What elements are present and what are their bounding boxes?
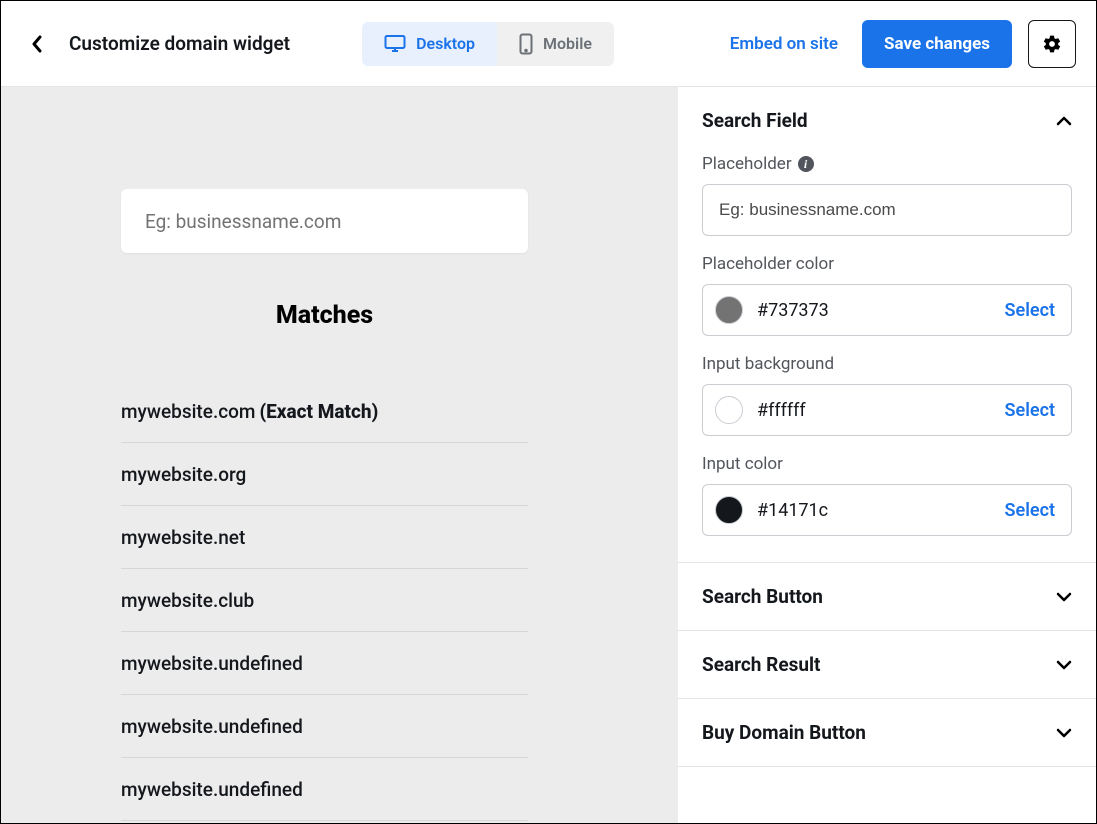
input-bg-row: #ffffff Select xyxy=(702,384,1072,436)
device-toggle: Desktop Mobile xyxy=(362,22,614,66)
placeholder-color-select[interactable]: Select xyxy=(1005,300,1055,321)
tab-desktop-label: Desktop xyxy=(416,34,475,53)
chevron-down-icon xyxy=(1056,660,1072,670)
input-bg-swatch xyxy=(715,396,743,424)
save-changes-button[interactable]: Save changes xyxy=(862,20,1012,68)
exact-match-tag: (Exact Match) xyxy=(259,400,378,423)
placeholder-input[interactable] xyxy=(702,184,1072,236)
placeholder-color-label: Placeholder color xyxy=(702,254,834,274)
result-row[interactable]: mywebsite.net xyxy=(121,506,528,569)
placeholder-group: Placeholder i xyxy=(702,154,1072,236)
section-search-button-header[interactable]: Search Button xyxy=(678,563,1096,630)
result-row[interactable]: mywebsite.undefined xyxy=(121,695,528,758)
section-buy-domain-header[interactable]: Buy Domain Button xyxy=(678,699,1096,766)
embed-on-site-link[interactable]: Embed on site xyxy=(730,34,838,54)
result-row[interactable]: mywebsite.undefined xyxy=(121,758,528,821)
section-search-result-header[interactable]: Search Result xyxy=(678,631,1096,698)
result-row[interactable]: mywebsite.club xyxy=(121,569,528,632)
input-color-select[interactable]: Select xyxy=(1005,500,1055,521)
result-domain: mywebsite.org xyxy=(121,463,246,486)
settings-button[interactable] xyxy=(1028,20,1076,68)
section-search-field: Search Field Placeholder i Placeholder c… xyxy=(678,87,1096,563)
input-bg-value: #ffffff xyxy=(757,400,991,421)
tab-mobile-label: Mobile xyxy=(543,34,592,53)
preview-search-input[interactable]: Eg: businessname.com xyxy=(121,189,528,253)
placeholder-color-row: #737373 Select xyxy=(702,284,1072,336)
result-row[interactable]: mywebsite.org xyxy=(121,443,528,506)
chevron-up-icon xyxy=(1056,116,1072,126)
page-title: Customize domain widget xyxy=(69,32,290,55)
result-domain: mywebsite.undefined xyxy=(121,715,303,738)
input-color-value: #14171c xyxy=(757,500,991,521)
results-list: mywebsite.com (Exact Match) mywebsite.org… xyxy=(121,380,528,821)
section-buy-domain-title: Buy Domain Button xyxy=(702,721,866,744)
chevron-down-icon xyxy=(1056,728,1072,738)
result-domain: mywebsite.undefined xyxy=(121,652,303,675)
section-search-field-header[interactable]: Search Field xyxy=(678,87,1096,154)
section-search-button: Search Button xyxy=(678,563,1096,631)
chevron-left-icon xyxy=(31,35,43,53)
result-domain: mywebsite.com xyxy=(121,400,255,423)
input-bg-group: Input background #ffffff Select xyxy=(702,354,1072,436)
section-buy-domain: Buy Domain Button xyxy=(678,699,1096,767)
placeholder-color-value: #737373 xyxy=(757,300,991,321)
result-domain: mywebsite.undefined xyxy=(121,778,303,801)
preview-placeholder-text: Eg: businessname.com xyxy=(145,210,341,233)
tab-desktop[interactable]: Desktop xyxy=(362,22,497,66)
result-row[interactable]: mywebsite.undefined xyxy=(121,632,528,695)
input-bg-label: Input background xyxy=(702,354,834,374)
section-search-field-title: Search Field xyxy=(702,109,808,132)
section-search-result-title: Search Result xyxy=(702,653,820,676)
result-row[interactable]: mywebsite.com (Exact Match) xyxy=(121,380,528,443)
section-search-result: Search Result xyxy=(678,631,1096,699)
tab-mobile[interactable]: Mobile xyxy=(497,22,614,66)
preview-pane: Eg: businessname.com Matches mywebsite.c… xyxy=(1,87,678,823)
input-color-group: Input color #14171c Select xyxy=(702,454,1072,536)
mobile-icon xyxy=(519,33,533,55)
gear-icon xyxy=(1042,34,1062,54)
header-bar: Customize domain widget Desktop Mobile E… xyxy=(1,1,1096,87)
chevron-down-icon xyxy=(1056,592,1072,602)
placeholder-color-swatch xyxy=(715,296,743,324)
result-domain: mywebsite.club xyxy=(121,589,254,612)
settings-sidebar: Search Field Placeholder i Placeholder c… xyxy=(678,87,1096,823)
input-bg-select[interactable]: Select xyxy=(1005,400,1055,421)
matches-heading: Matches xyxy=(121,301,528,330)
back-button[interactable] xyxy=(13,20,61,68)
info-icon[interactable]: i xyxy=(798,156,814,172)
input-color-label: Input color xyxy=(702,454,783,474)
placeholder-color-group: Placeholder color #737373 Select xyxy=(702,254,1072,336)
desktop-icon xyxy=(384,34,406,54)
input-color-row: #14171c Select xyxy=(702,484,1072,536)
result-domain: mywebsite.net xyxy=(121,526,245,549)
input-color-swatch xyxy=(715,496,743,524)
section-search-button-title: Search Button xyxy=(702,585,823,608)
placeholder-label: Placeholder xyxy=(702,154,792,174)
